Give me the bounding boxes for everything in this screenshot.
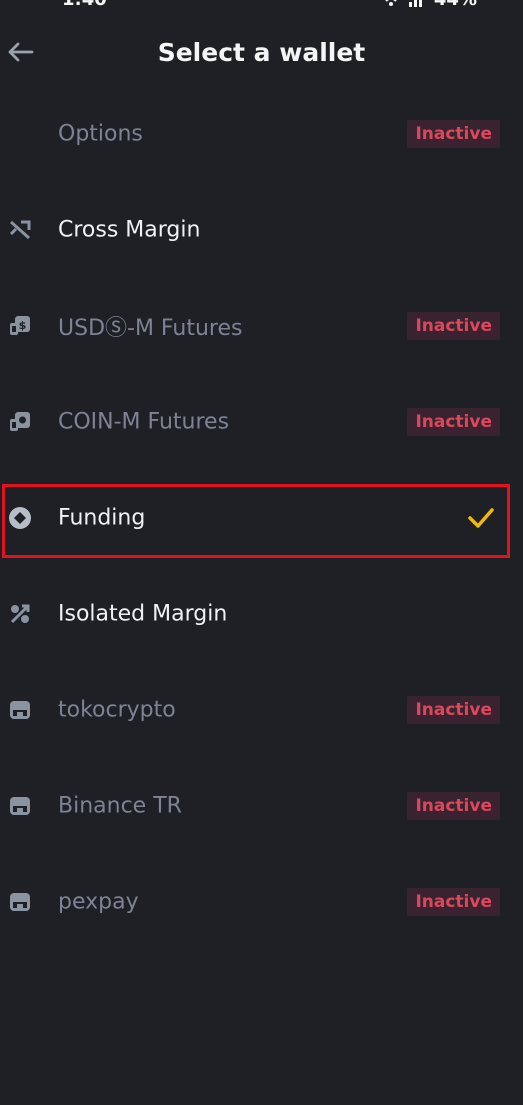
wallet-label: tokocrypto	[58, 697, 176, 723]
wallet-icon	[8, 698, 32, 722]
status-time: 1:40	[62, 0, 107, 10]
signal-icon	[408, 0, 422, 7]
wallet-label: pexpay	[58, 889, 139, 915]
status-bar: 1:40 44%	[0, 0, 523, 14]
funding-icon	[8, 506, 32, 530]
wallet-item-cross-margin[interactable]: Cross Margin	[0, 182, 523, 278]
wallet-item-funding[interactable]: Funding	[0, 470, 523, 566]
wallet-label: Binance TR	[58, 793, 182, 819]
isolated-margin-icon	[8, 602, 32, 626]
header: Select a wallet	[0, 28, 523, 80]
wallet-label: COIN-M Futures	[58, 409, 230, 435]
coin-futures-icon	[8, 410, 32, 434]
wallet-icon	[8, 794, 32, 818]
wallet-item-usd-futures[interactable]: $ USDⓈ-M Futures Inactive	[0, 278, 523, 374]
status-badge: Inactive	[407, 120, 500, 148]
wallet-item-coin-futures[interactable]: COIN-M Futures Inactive	[0, 374, 523, 470]
wallet-item-binance-tr[interactable]: Binance TR Inactive	[0, 758, 523, 854]
page-title: Select a wallet	[157, 38, 366, 67]
status-indicators: 44%	[382, 0, 477, 10]
status-badge: Inactive	[407, 312, 500, 340]
usd-futures-icon: $	[8, 314, 32, 338]
wallet-label: Options	[58, 121, 143, 147]
wallet-item-isolated-margin[interactable]: Isolated Margin	[0, 566, 523, 662]
svg-text:$: $	[19, 319, 27, 332]
status-badge: Inactive	[407, 696, 500, 724]
status-badge: Inactive	[407, 408, 500, 436]
wallet-label: Cross Margin	[58, 217, 201, 243]
status-badge: Inactive	[407, 792, 500, 820]
checkmark-icon	[468, 508, 494, 528]
battery-level: 44%	[434, 0, 477, 10]
wifi-icon	[385, 0, 397, 6]
wallet-list: Options Inactive Cross Margin $ USDⓈ-M F…	[0, 86, 523, 950]
options-icon	[8, 122, 32, 146]
wallet-item-options[interactable]: Options Inactive	[0, 86, 523, 182]
status-badge: Inactive	[407, 888, 500, 916]
wallet-icon	[8, 890, 32, 914]
wallet-label: USDⓈ-M Futures	[58, 316, 243, 341]
wallet-item-tokocrypto[interactable]: tokocrypto Inactive	[0, 662, 523, 758]
wallet-label: Isolated Margin	[58, 601, 228, 627]
wallet-label: Funding	[58, 505, 146, 531]
cross-margin-icon	[8, 218, 32, 242]
wallet-item-pexpay[interactable]: pexpay Inactive	[0, 854, 523, 950]
